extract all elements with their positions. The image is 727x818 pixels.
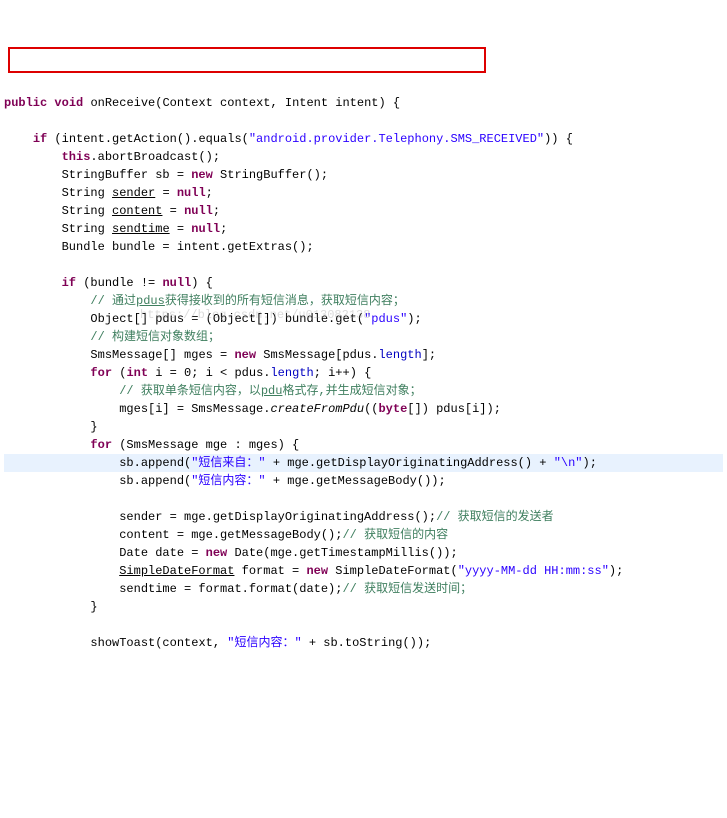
code-line: Date date = new Date(mge.getTimestampMil…: [4, 546, 458, 560]
code-editor[interactable]: public void onReceive(Context context, I…: [0, 72, 727, 656]
code-line: // 通过pdus获得接收到的所有短信消息，获取短信内容；: [4, 294, 405, 308]
code-line: sendtime = format.format(date);// 获取短信发送…: [4, 582, 472, 596]
code-line: String content = null;: [4, 204, 220, 218]
code-line: public void onReceive(Context context, I…: [4, 96, 400, 110]
code-line: mges[i] = SmsMessage.createFromPdu((byte…: [4, 402, 501, 416]
code-line: }: [4, 420, 98, 434]
code-line: sender = mge.getDisplayOriginatingAddres…: [4, 510, 554, 524]
code-line: if (bundle != null) {: [4, 276, 213, 290]
code-line: // 构建短信对象数组；: [4, 330, 220, 344]
code-line: String sender = null;: [4, 186, 213, 200]
code-line: }: [4, 600, 98, 614]
code-line: Bundle bundle = intent.getExtras();: [4, 240, 314, 254]
code-line: content = mge.getMessageBody();// 获取短信的内…: [4, 528, 448, 542]
highlight-box: [8, 47, 486, 73]
highlighted-line: sb.append("短信来自：" + mge.getDisplayOrigin…: [4, 454, 723, 472]
code-line: for (SmsMessage mge : mges) {: [4, 438, 299, 452]
code-line: StringBuffer sb = new StringBuffer();: [4, 168, 328, 182]
code-line: showToast(context, "短信内容：" + sb.toString…: [4, 636, 431, 650]
code-line: SmsMessage[] mges = new SmsMessage[pdus.…: [4, 348, 436, 362]
code-line: Object[] pdus = (Object[]) bundle.get("p…: [4, 312, 422, 326]
code-line: for (int i = 0; i < pdus.length; i++) {: [4, 366, 371, 380]
code-line: this.abortBroadcast();: [4, 150, 220, 164]
code-line: // 获取单条短信内容，以pdu格式存,并生成短信对象；: [4, 384, 422, 398]
code-line: String sendtime = null;: [4, 222, 227, 236]
code-line: if (intent.getAction().equals("android.p…: [4, 132, 573, 146]
code-line: sb.append("短信内容：" + mge.getMessageBody()…: [4, 474, 446, 488]
code-line: SimpleDateFormat format = new SimpleDate…: [4, 564, 623, 578]
